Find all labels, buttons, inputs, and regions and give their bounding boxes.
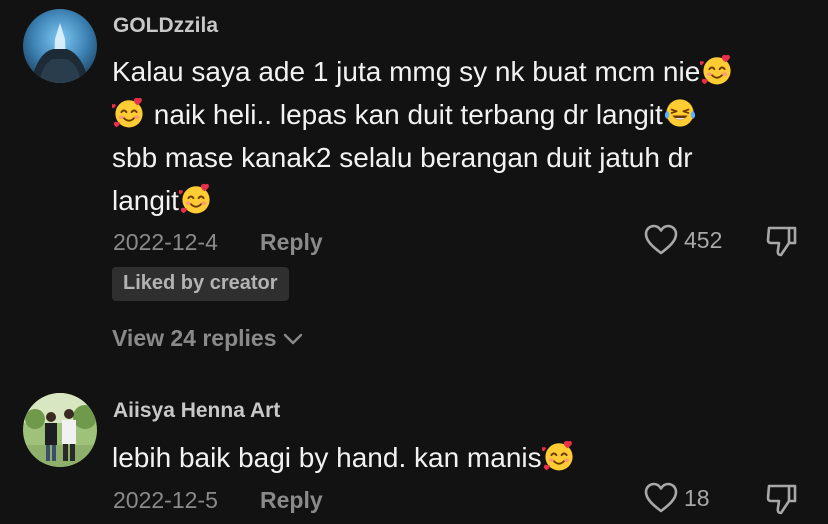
comment-username[interactable]: GOLDzzila bbox=[113, 14, 218, 38]
smiling-face-with-hearts-icon bbox=[179, 182, 213, 216]
heart-outline-icon bbox=[644, 224, 678, 255]
liked-by-creator-badge: Liked by creator bbox=[112, 267, 289, 301]
smiling-face-with-hearts-icon bbox=[542, 439, 576, 473]
face-with-tears-of-joy-icon bbox=[663, 96, 697, 130]
comment-text: lebih baik bagi by hand. kan manis bbox=[112, 436, 576, 479]
reply-button[interactable]: Reply bbox=[260, 229, 323, 256]
comment-line: langit bbox=[112, 179, 734, 222]
like-button[interactable]: 452 bbox=[644, 224, 722, 256]
avatar-image bbox=[23, 393, 97, 467]
chevron-down-icon bbox=[283, 333, 302, 344]
smiling-face-with-hearts-icon bbox=[700, 53, 734, 87]
thumbs-down-icon[interactable] bbox=[764, 482, 798, 516]
like-count: 18 bbox=[684, 484, 710, 511]
reply-button[interactable]: Reply bbox=[260, 487, 323, 514]
smiling-face-with-hearts-icon bbox=[112, 96, 146, 130]
comment-line: Kalau saya ade 1 juta mmg sy nk buat mcm… bbox=[112, 50, 734, 93]
avatar[interactable] bbox=[23, 9, 97, 83]
like-count: 452 bbox=[684, 226, 723, 253]
comment-line: lebih baik bagi by hand. kan manis bbox=[112, 436, 576, 479]
avatar-image bbox=[23, 9, 97, 83]
thumbs-down-icon[interactable] bbox=[764, 224, 798, 258]
comment-line: naik heli.. lepas kan duit terbang dr la… bbox=[112, 93, 734, 136]
comment-text: Kalau saya ade 1 juta mmg sy nk buat mcm… bbox=[112, 50, 734, 222]
view-replies-label: View 24 replies bbox=[112, 325, 277, 351]
comment-line: sbb mase kanak2 selalu berangan duit jat… bbox=[112, 142, 693, 173]
like-button[interactable]: 18 bbox=[644, 482, 710, 514]
view-replies-button[interactable]: View 24 replies bbox=[112, 325, 303, 352]
heart-outline-icon bbox=[644, 482, 678, 513]
comment-username[interactable]: Aiisya Henna Art bbox=[113, 399, 280, 423]
avatar[interactable] bbox=[23, 393, 97, 467]
comment-date: 2022-12-5 bbox=[113, 487, 218, 513]
comment-date: 2022-12-4 bbox=[113, 229, 218, 255]
